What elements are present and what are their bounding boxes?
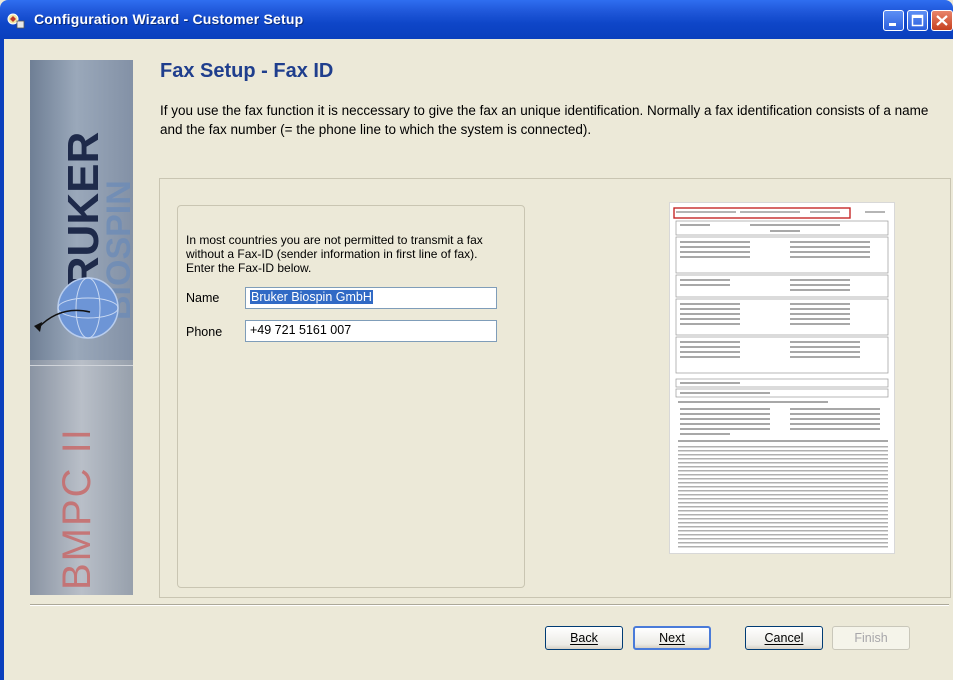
next-button-label: Next — [659, 631, 685, 645]
next-button[interactable]: Next — [633, 626, 711, 650]
fax-preview-image — [669, 202, 895, 554]
phone-input-value: +49 721 5161 007 — [250, 323, 352, 337]
finish-button-label: Finish — [854, 631, 888, 645]
name-input[interactable]: Bruker Biospin GmbH — [245, 287, 497, 309]
phone-label: Phone — [186, 325, 223, 339]
cancel-button[interactable]: Cancel — [745, 626, 823, 650]
sidebar-graphic: BRUKER BIOSPIN BMPC II — [30, 132, 133, 590]
finish-button[interactable]: Finish — [832, 626, 910, 650]
intro-text: If you use the fax function it is necces… — [160, 103, 929, 137]
close-button[interactable] — [931, 10, 953, 31]
wizard-app-icon — [7, 13, 25, 29]
maximize-icon — [911, 14, 924, 27]
cancel-button-label: Cancel — [764, 631, 804, 645]
name-label: Name — [186, 291, 220, 305]
product-bmpc-text: BMPC II — [55, 427, 99, 590]
minimize-icon — [889, 23, 896, 26]
name-input-value: Bruker Biospin GmbH — [250, 290, 373, 304]
back-button[interactable]: Back — [545, 626, 623, 650]
close-icon — [936, 15, 948, 26]
fax-document-illustration — [673, 207, 889, 548]
globe-icon — [57, 277, 119, 339]
minimize-button[interactable] — [883, 10, 904, 31]
window-title: Configuration Wizard - Customer Setup — [34, 11, 304, 27]
page-title: Fax Setup - Fax ID — [160, 60, 334, 82]
fax-id-note: In most countries you are not permitted … — [186, 233, 483, 275]
maximize-button[interactable] — [907, 10, 928, 31]
button-separator — [30, 604, 949, 606]
back-button-label: Back — [570, 631, 598, 645]
brand-sidebar-image: BRUKER BIOSPIN BMPC II — [30, 60, 133, 595]
phone-input[interactable]: +49 721 5161 007 — [245, 320, 497, 342]
title-bar: Configuration Wizard - Customer Setup — [0, 0, 953, 39]
